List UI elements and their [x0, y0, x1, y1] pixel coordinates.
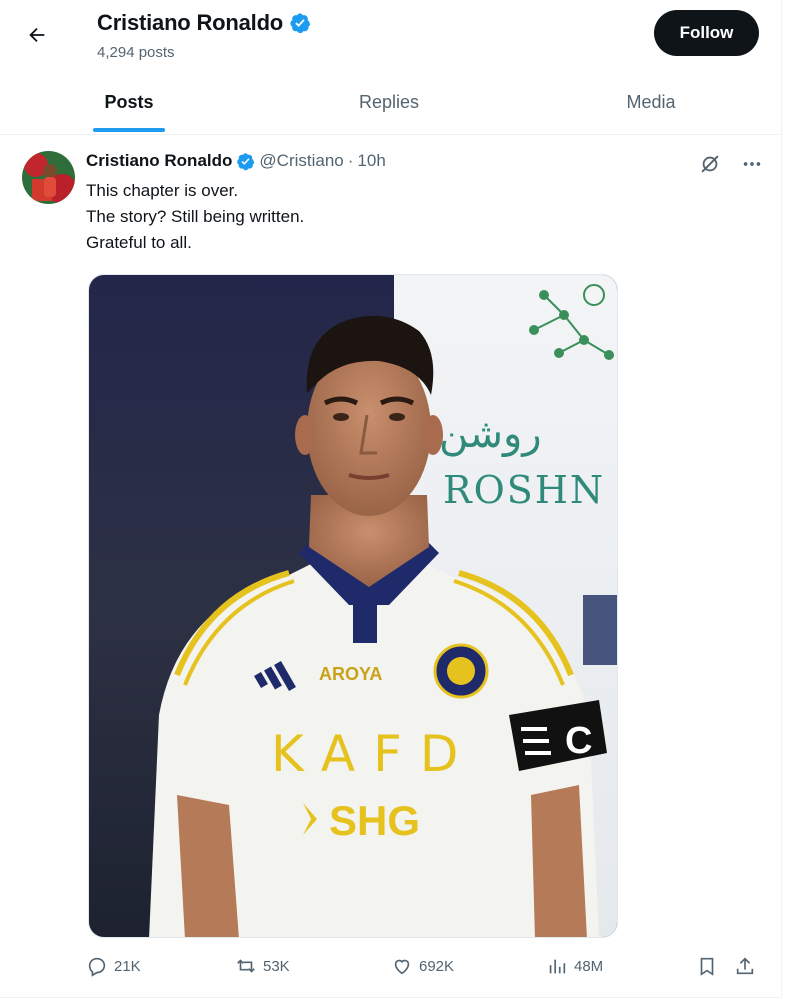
repost-button[interactable]: 53K: [235, 955, 290, 977]
verified-badge-icon: [290, 13, 311, 34]
profile-header: Cristiano Ronaldo 4,294 posts Follow: [0, 0, 782, 66]
tweet-author-name[interactable]: Cristiano Ronaldo: [86, 151, 232, 171]
jersey-sponsor-main: KAFD: [271, 725, 476, 783]
view-count: 48M: [574, 957, 604, 975]
active-tab-indicator: [93, 128, 165, 132]
tweet-handle[interactable]: @Cristiano: [259, 151, 343, 171]
profile-title: Cristiano Ronaldo: [97, 10, 311, 36]
verified-badge-icon: [237, 152, 255, 170]
club-crest: [433, 643, 489, 699]
like-count: 692K: [419, 957, 455, 975]
tweet-actions: 21K 53K 692K 48M: [86, 955, 766, 983]
views-button[interactable]: 48M: [546, 955, 603, 977]
tab-media[interactable]: Media: [582, 70, 720, 134]
jersey-sponsor-sub: SHG: [329, 797, 420, 844]
more-icon: [743, 162, 761, 166]
jersey-sponsor-top: AROYA: [319, 664, 382, 684]
more-button[interactable]: [740, 152, 764, 176]
avatar[interactable]: [22, 151, 75, 204]
reply-count: 21K: [114, 957, 141, 975]
captain-band-text: C: [565, 720, 592, 762]
tab-posts[interactable]: Posts: [60, 70, 198, 134]
tweet-text: This chapter is over. The story? Still b…: [86, 178, 304, 256]
reply-icon: [88, 957, 106, 977]
profile-tabs: Posts Replies Media: [0, 70, 782, 135]
repost-icon: [237, 959, 255, 973]
follow-button[interactable]: Follow: [654, 10, 759, 56]
back-arrow-icon: [29, 27, 45, 43]
tweet-top-actions: [698, 152, 764, 176]
avatar-image: [22, 151, 75, 204]
like-button[interactable]: 692K: [391, 955, 454, 977]
tweet-photo[interactable]: روشن ROSHN AROYA KAFD SHG C: [88, 274, 618, 938]
like-icon: [394, 959, 410, 975]
tweet-text-line: Grateful to all.: [86, 233, 192, 252]
post-count: 4,294 posts: [97, 44, 175, 61]
repost-count: 53K: [263, 957, 290, 975]
backdrop-text: ROSHN: [443, 468, 605, 512]
tweet-timestamp[interactable]: 10h: [357, 151, 385, 171]
player-photo: روشن ROSHN AROYA KAFD SHG C: [89, 275, 617, 937]
grok-icon: [701, 155, 719, 173]
bookmark-icon: [700, 957, 714, 976]
share-button[interactable]: [734, 955, 756, 977]
bookmark-button[interactable]: [696, 955, 718, 977]
share-icon: [736, 957, 754, 975]
reply-button[interactable]: 21K: [86, 955, 141, 977]
separator-dot: ·: [347, 151, 354, 170]
views-icon: [549, 959, 566, 974]
tweet-header: Cristiano Ronaldo @Cristiano · 10h: [86, 151, 386, 171]
grok-button[interactable]: [698, 152, 722, 176]
tweet-text-line: The story? Still being written.: [86, 207, 305, 226]
tweet-text-line: This chapter is over.: [86, 181, 239, 200]
profile-name: Cristiano Ronaldo: [97, 10, 284, 35]
back-button[interactable]: [22, 20, 52, 50]
backdrop-arabic-text: روشن: [439, 411, 542, 457]
tab-replies[interactable]: Replies: [320, 70, 458, 134]
